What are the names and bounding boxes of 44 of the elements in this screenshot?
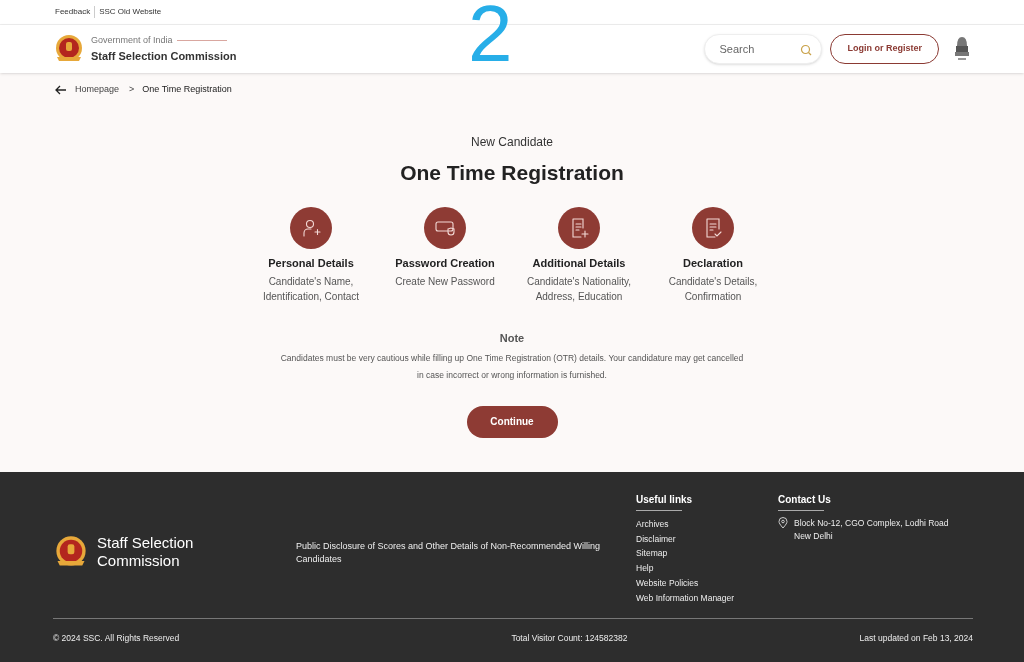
document-check-icon: [692, 206, 734, 249]
step-title: Password Creation: [395, 255, 495, 271]
breadcrumb-link[interactable]: Homepage: [75, 83, 120, 97]
footer-link[interactable]: Disclaimer: [636, 531, 778, 547]
person-add-icon: [290, 206, 332, 249]
note-title: Note: [499, 331, 525, 346]
footer-link[interactable]: Website Policies: [636, 575, 778, 591]
contact-heading: Contact Us: [778, 493, 831, 507]
top-link[interactable]: SSC Old Website: [99, 6, 162, 18]
continue-button[interactable]: Continue: [466, 405, 558, 438]
search-icon: [800, 44, 813, 56]
document-add-icon: [558, 206, 600, 249]
org-name: Staff Selection Commission: [91, 48, 237, 64]
step-number-overlay: 2: [468, 0, 513, 74]
useful-links-heading: Useful links: [636, 493, 693, 507]
breadcrumb-separator: >: [129, 83, 135, 97]
step-title: Personal Details: [268, 255, 354, 271]
search-field[interactable]: Search: [704, 34, 823, 64]
org-line: Government of India: [91, 34, 173, 47]
step-description: Create New Password: [395, 275, 495, 289]
copyright-text: © 2024 SSC. All Rights Reserved: [53, 632, 180, 645]
footer-link[interactable]: Sitemap: [636, 546, 778, 562]
top-link[interactable]: Feedback: [55, 6, 91, 18]
disclosure-link[interactable]: Public Disclosure of Scores and Other Details of Non-Recommended Willing Candidates: [296, 492, 636, 606]
back-arrow-icon[interactable]: [55, 85, 67, 95]
location-pin-icon: [778, 517, 788, 529]
address-line: Block No-12, CGO Complex, Lodhi Road: [794, 517, 949, 530]
breadcrumb-current: One Time Registration: [142, 83, 232, 97]
footer-link[interactable]: Web Information Manager: [636, 590, 778, 606]
footer-link[interactable]: Archives: [636, 517, 778, 532]
step-description: Candidate's Details, Confirmation: [667, 275, 759, 304]
page-title: One Time Registration: [400, 160, 624, 186]
address-line: New Delhi: [794, 530, 834, 543]
step-description: Candidate's Name, Identification, Contact: [261, 275, 361, 304]
page-subtitle: New Candidate: [470, 134, 554, 151]
step-title: Additional Details: [532, 255, 626, 271]
step-title: Declaration: [683, 255, 743, 271]
last-updated: Last updated on Feb 13, 2024: [859, 632, 973, 645]
footer-link[interactable]: Help: [636, 561, 778, 576]
step-description: Candidate's Nationality, Address, Education: [526, 275, 632, 304]
visitor-count: Total Visitor Count: 124582382: [511, 632, 628, 645]
note-text: Candidates must be very cautious while filling up One Time Registration (OTR) details. Your candidature may get cancelled in case incorrect or wrong information is furnished.: [279, 351, 745, 382]
password-shield-icon: [424, 206, 466, 249]
footer-org-name: Staff Selection Commission: [97, 534, 195, 570]
